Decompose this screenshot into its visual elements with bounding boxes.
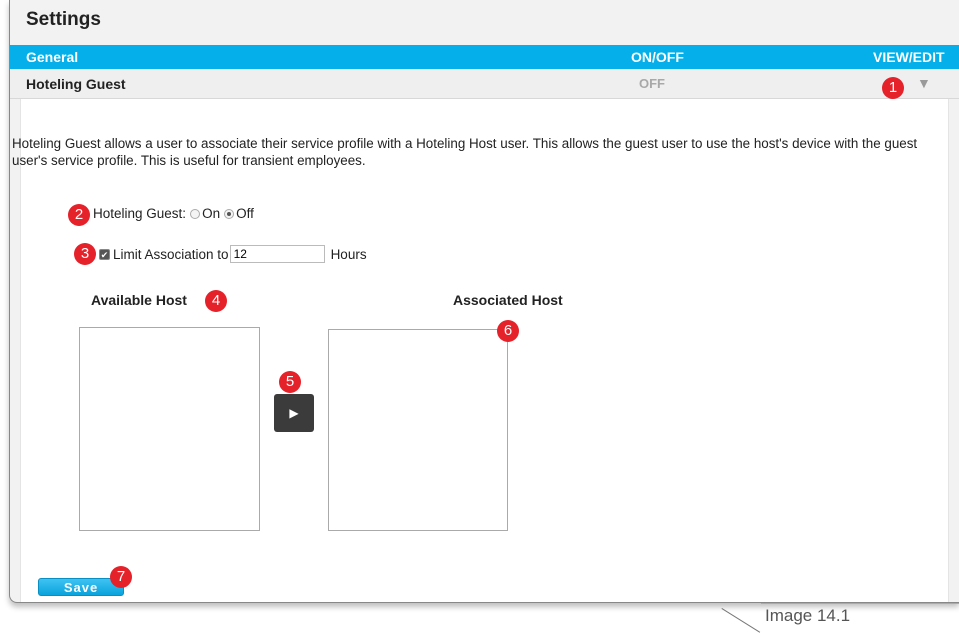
available-host-label: Available Host [91,292,187,308]
caption-divider [761,603,959,604]
image-caption: Image 14.1 [765,606,851,625]
move-to-associated-button[interactable]: ▶ [274,394,314,432]
callout-badge-4: 4 [205,290,227,312]
general-label: General [26,49,79,65]
hoteling-guest-row[interactable]: Hoteling Guest OFF ▼ [10,69,959,99]
feature-description: Hoteling Guest allows a user to associat… [12,136,918,168]
callout-badge-6: 6 [497,320,519,342]
feature-name: Hoteling Guest [26,76,126,92]
hoteling-guest-toggle: Hoteling Guest: On Off [93,206,254,221]
hours-unit: Hours [330,246,367,262]
caption-divider-diagonal [721,608,761,633]
off-radio[interactable] [224,208,235,219]
on-radio-label: On [202,206,221,221]
toggle-label: Hoteling Guest: [93,206,187,221]
section-header-bar: General ON/OFF VIEW/EDIT [10,45,959,69]
callout-badge-1: 1 [882,77,904,99]
on-off-column-label: ON/OFF [631,49,684,65]
feature-state: OFF [639,76,665,91]
view-edit-column-label: VIEW/EDIT [873,49,945,65]
off-radio-label: Off [236,206,254,221]
available-host-list[interactable] [79,327,260,531]
limit-association-row: ✔ Limit Association to Hours [99,245,367,263]
caret-down-icon[interactable]: ▼ [917,75,931,91]
callout-badge-7: 7 [110,566,132,588]
limit-association-checkbox[interactable]: ✔ [99,248,110,260]
callout-badge-3: 3 [74,243,96,265]
limit-association-label: Limit Association to [113,246,229,262]
associated-host-label: Associated Host [453,292,563,308]
callout-badge-2: 2 [68,204,90,226]
page-title: Settings [26,9,101,30]
callout-badge-5: 5 [279,371,301,393]
hours-input[interactable] [229,245,325,263]
on-radio[interactable] [190,208,201,219]
play-right-icon: ▶ [289,406,299,420]
associated-host-list[interactable] [328,329,508,531]
